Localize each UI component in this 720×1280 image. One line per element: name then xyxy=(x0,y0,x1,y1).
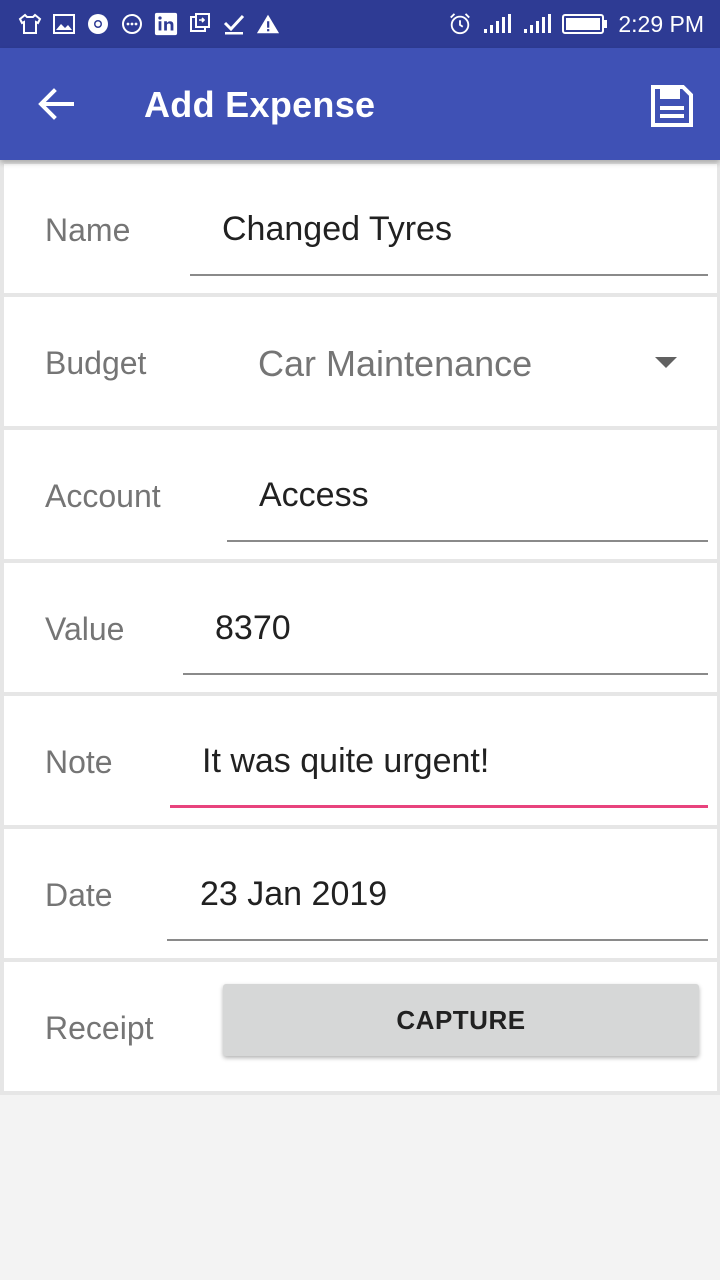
value-input[interactable]: 8370 xyxy=(215,609,291,648)
budget-row: Budget Car Maintenance xyxy=(4,297,717,426)
capture-button[interactable]: CAPTURE xyxy=(223,984,699,1056)
receipt-row: Receipt CAPTURE xyxy=(4,962,717,1091)
note-input[interactable]: It was quite urgent! xyxy=(202,742,489,781)
date-label: Date xyxy=(45,877,113,913)
value-label: Value xyxy=(45,611,125,647)
budget-select[interactable]: Car Maintenance xyxy=(258,343,532,385)
account-label: Account xyxy=(45,478,161,514)
account-row: Account Access xyxy=(4,430,717,559)
note-row: Note It was quite urgent! xyxy=(4,696,717,825)
check-icon xyxy=(222,12,246,36)
save-button[interactable] xyxy=(650,84,694,128)
alarm-icon xyxy=(448,12,472,36)
system-icons: 2:29 PM xyxy=(448,11,720,38)
account-input[interactable]: Access xyxy=(259,476,369,515)
value-row: Value 8370 xyxy=(4,563,717,692)
name-underline xyxy=(190,274,708,276)
note-label: Note xyxy=(45,744,113,780)
shirt-icon xyxy=(18,12,42,36)
page-title: Add Expense xyxy=(144,84,376,125)
back-button[interactable] xyxy=(36,86,76,122)
image-icon xyxy=(52,12,76,36)
chevron-down-icon[interactable] xyxy=(655,357,677,368)
expense-form: Name Changed Tyres Budget Car Maintenanc… xyxy=(0,160,720,1095)
status-bar: 2:29 PM xyxy=(0,0,720,48)
date-input[interactable]: 23 Jan 2019 xyxy=(200,875,387,914)
account-underline xyxy=(227,540,708,542)
date-row: Date 23 Jan 2019 xyxy=(4,829,717,958)
name-label: Name xyxy=(45,212,131,248)
battery-icon xyxy=(562,12,608,36)
date-underline xyxy=(167,939,708,941)
name-row: Name Changed Tyres xyxy=(4,164,717,293)
receipt-label: Receipt xyxy=(45,1010,154,1046)
sync-icon xyxy=(188,12,212,36)
signal-icon xyxy=(522,12,552,36)
note-underline xyxy=(170,805,708,808)
app-bar: Add Expense xyxy=(0,48,720,160)
value-underline xyxy=(183,673,708,675)
name-input[interactable]: Changed Tyres xyxy=(222,210,452,249)
chrome-icon xyxy=(86,12,110,36)
notification-icons xyxy=(0,12,280,36)
clock-time: 2:29 PM xyxy=(618,10,704,37)
budget-label: Budget xyxy=(45,345,147,381)
linkedin-icon xyxy=(154,12,178,36)
warning-icon xyxy=(256,12,280,36)
chat-bubble-icon xyxy=(120,12,144,36)
signal-icon xyxy=(482,12,512,36)
save-icon xyxy=(651,85,693,127)
arrow-back-icon xyxy=(38,88,74,120)
